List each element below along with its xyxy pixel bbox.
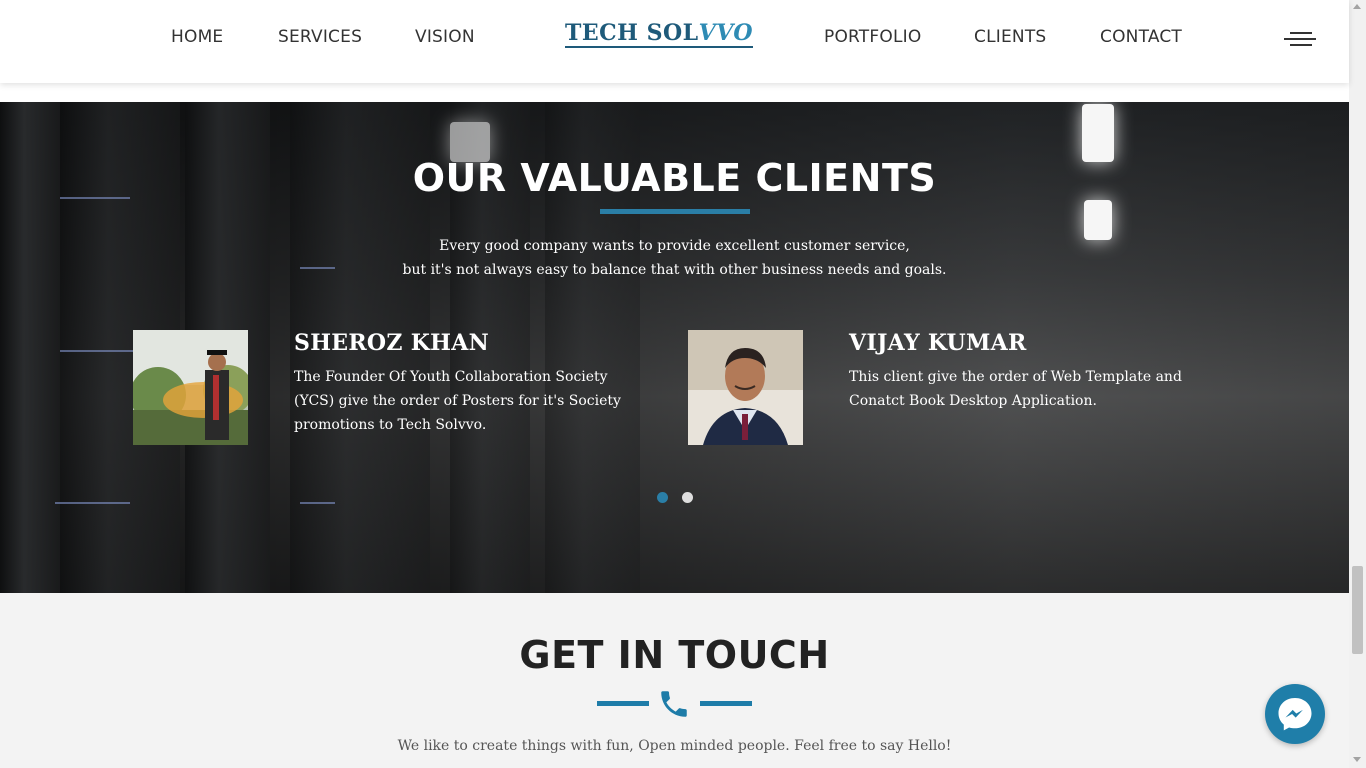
- nav-spacer: [0, 83, 1349, 102]
- scroll-up-arrow-icon[interactable]: [1353, 4, 1361, 9]
- rack-led: [300, 502, 335, 504]
- client-desc-line: This client give the order of Web Templa…: [849, 369, 1182, 385]
- client-desc-line: The Founder Of Youth Collaboration Socie…: [294, 369, 608, 385]
- nav-portfolio[interactable]: PORTFOLIO: [824, 27, 921, 47]
- clients-subtitle-line2: but it's not always easy to balance that…: [402, 262, 947, 278]
- phone-icon: [657, 687, 691, 721]
- carousel-dot-2[interactable]: [682, 492, 693, 503]
- top-navbar: HOME SERVICES VISION TECH SOLVVO PORTFOL…: [0, 0, 1349, 83]
- clients-subtitle-line1: Every good company wants to provide exce…: [439, 238, 910, 254]
- clients-heading: OUR VALUABLE CLIENTS: [412, 156, 937, 200]
- client-avatar-vijay: [688, 330, 803, 445]
- nav-contact[interactable]: CONTACT: [1100, 27, 1182, 47]
- page-scrollbar[interactable]: [1349, 0, 1366, 768]
- client-name-sheroz: SHEROZ KHAN: [294, 330, 489, 356]
- nav-services[interactable]: SERVICES: [278, 27, 362, 47]
- contact-divider-left: [597, 701, 649, 706]
- brand-logo[interactable]: TECH SOLVVO: [565, 20, 754, 48]
- nav-home[interactable]: HOME: [171, 27, 223, 47]
- hamburger-menu-icon[interactable]: [1284, 30, 1316, 48]
- client-desc-line: (YCS) give the order of Posters for it's…: [294, 393, 621, 409]
- client-desc-line: promotions to Tech Solvvo.: [294, 417, 487, 433]
- nav-vision[interactable]: VISION: [415, 27, 475, 47]
- rack-led: [60, 350, 140, 352]
- ceiling-light: [1082, 104, 1114, 162]
- contact-divider-right: [700, 701, 752, 706]
- brand-text-part1: TECH SOL: [565, 20, 699, 46]
- heading-underline: [600, 209, 750, 214]
- nav-clients[interactable]: CLIENTS: [974, 27, 1046, 47]
- client-name-vijay: VIJAY KUMAR: [849, 330, 1027, 356]
- rack-led: [55, 502, 130, 504]
- brand-text-part2: VVO: [698, 20, 754, 46]
- contact-heading: GET IN TOUCH: [519, 633, 830, 677]
- messenger-icon[interactable]: [1265, 684, 1325, 744]
- client-avatar-sheroz: [133, 330, 248, 445]
- scroll-down-arrow-icon[interactable]: [1353, 757, 1361, 762]
- contact-section: GET IN TOUCH We like to create things wi…: [0, 593, 1349, 768]
- scrollbar-thumb[interactable]: [1352, 566, 1363, 654]
- contact-subtitle: We like to create things with fun, Open …: [397, 738, 952, 754]
- clients-section: OUR VALUABLE CLIENTS Every good company …: [0, 102, 1349, 593]
- carousel-dot-1[interactable]: [657, 492, 668, 503]
- client-desc-line: Conatct Book Desktop Application.: [849, 393, 1097, 409]
